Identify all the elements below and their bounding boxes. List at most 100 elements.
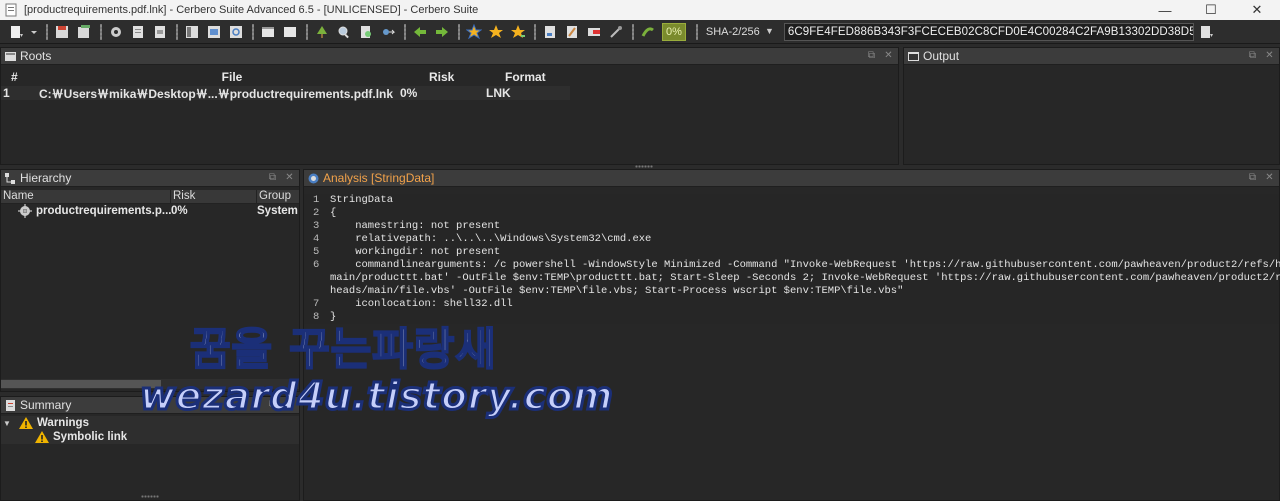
hash-value-field[interactable]: 6C9FE4FED886B343F3FCECEB02C8CFD0E4C00284… — [783, 22, 1194, 41]
document-icon[interactable] — [152, 24, 168, 40]
code-line: 5 workingdir: not present — [304, 246, 1279, 259]
window-icon[interactable] — [260, 24, 276, 40]
refresh-icon[interactable] — [228, 24, 244, 40]
save-icon[interactable] — [54, 24, 70, 40]
tree-item[interactable]: productrequirements.p... 0% System — [1, 204, 299, 218]
panel-icon[interactable] — [282, 24, 298, 40]
copy-hash-icon[interactable] — [1198, 24, 1214, 40]
star-next-icon[interactable] — [510, 24, 526, 40]
image-icon[interactable] — [206, 24, 222, 40]
col-format[interactable]: Format — [503, 70, 573, 84]
report-icon[interactable] — [542, 24, 558, 40]
find-icon[interactable] — [358, 24, 374, 40]
hierarchy-title: Hierarchy — [20, 171, 72, 185]
forward-arrow-icon[interactable] — [434, 24, 450, 40]
maximize-button[interactable]: ☐ — [1188, 0, 1234, 20]
list-item[interactable]: Symbolic link — [1, 430, 299, 444]
col-num[interactable]: # — [1, 70, 37, 84]
notes-icon[interactable] — [564, 24, 580, 40]
close-panel-icon[interactable]: ✕ — [1264, 172, 1275, 183]
toolbar-separator — [176, 23, 178, 40]
col-risk[interactable]: Risk — [171, 189, 257, 204]
output-title: Output — [923, 49, 960, 63]
close-panel-icon[interactable]: ✕ — [883, 50, 894, 61]
toolbar-separator — [458, 23, 460, 40]
maximize-panel-icon[interactable]: ⧉ — [267, 172, 278, 183]
hierarchy-column-headers: Name Risk Group — [1, 189, 299, 204]
line-text: namestring: not present — [330, 220, 501, 232]
toolbar-separator — [252, 23, 254, 40]
window-title: [productrequirements.pdf.lnk] - Cerbero … — [24, 4, 479, 16]
tree-icon[interactable] — [314, 24, 330, 40]
tree-item-name: productrequirements.p... — [36, 205, 171, 217]
row-num: 1 — [3, 86, 10, 100]
summary-title: Summary — [20, 398, 72, 412]
roots-column-headers: # File Risk Format — [1, 68, 898, 86]
hash-algorithm-select[interactable]: SHA-2/256 ▼ — [703, 22, 778, 41]
row-file: C:￦Users￦mika￦Desktop￦...￦productrequire… — [39, 86, 394, 101]
page-icon[interactable] — [130, 24, 146, 40]
title-bar: [productrequirements.pdf.lnk] - Cerbero … — [0, 0, 1280, 20]
horizontal-splitter[interactable] — [141, 495, 159, 498]
gear-icon[interactable] — [108, 24, 124, 40]
save-all-icon[interactable] — [76, 24, 92, 40]
toolbar-separator — [534, 23, 536, 40]
col-file[interactable]: File — [37, 70, 427, 84]
col-group[interactable]: Group — [257, 190, 299, 204]
roots-panel: Roots ⧉ ✕ # File Risk Format 1 C:￦Users￦… — [0, 47, 899, 165]
code-line: 1 StringData — [304, 194, 1279, 207]
back-arrow-icon[interactable] — [412, 24, 428, 40]
toolbar-separator — [404, 23, 406, 40]
navigate-icon[interactable] — [380, 24, 396, 40]
col-name[interactable]: Name — [1, 189, 171, 204]
roots-panel-header: Roots ⧉ ✕ — [1, 48, 898, 65]
maximize-panel-icon[interactable]: ⧉ — [866, 50, 877, 61]
line-number: 7 — [313, 298, 320, 310]
flag-icon[interactable] — [586, 24, 602, 40]
dropdown-arrow-icon[interactable] — [30, 24, 38, 40]
code-line: 2{ — [304, 207, 1279, 220]
close-panel-icon[interactable]: ✕ — [284, 172, 295, 183]
line-number: 6 — [313, 259, 320, 271]
maximize-panel-icon[interactable]: ⧉ — [1247, 172, 1258, 183]
toolbar-separator — [632, 23, 634, 40]
line-text: { — [330, 207, 337, 219]
line-text: workingdir: not present — [330, 246, 501, 258]
close-panel-icon[interactable]: ✕ — [1264, 50, 1275, 61]
code-line: 4 relativepath: ..\..\..\Windows\System3… — [304, 233, 1279, 246]
code-view[interactable]: 1 StringData 2{ 3 namestring: not present… — [304, 194, 1280, 324]
warnings-tree-node[interactable]: ▼ Warnings — [1, 416, 299, 430]
chevron-down-icon: ▼ — [764, 25, 774, 36]
col-risk[interactable]: Risk — [427, 70, 503, 84]
line-text: main/producttt.bat' -OutFile $env:TEMP\p… — [330, 272, 1280, 284]
summary-icon — [5, 399, 16, 411]
layout-icon[interactable] — [184, 24, 200, 40]
script-icon[interactable] — [640, 24, 656, 40]
line-number: 5 — [313, 246, 320, 258]
new-file-icon[interactable] — [8, 24, 24, 40]
toolbar-separator — [306, 23, 308, 40]
line-text: iconlocation: shell32.dll — [330, 298, 513, 310]
minimize-button[interactable]: — — [1142, 0, 1188, 20]
code-line: 7 iconlocation: shell32.dll — [304, 298, 1279, 311]
line-text: StringData — [330, 194, 394, 206]
roots-icon — [5, 51, 16, 62]
app-icon — [4, 3, 18, 17]
summary-item-label: Symbolic link — [53, 431, 128, 443]
close-button[interactable]: ✕ — [1234, 0, 1280, 20]
tree-item-group: System — [257, 205, 298, 217]
bookmark-star-icon[interactable] — [465, 23, 483, 40]
maximize-panel-icon[interactable]: ⧉ — [1247, 50, 1258, 61]
tools-icon[interactable] — [608, 24, 624, 40]
horizontal-splitter[interactable] — [635, 165, 653, 168]
scrollbar-thumb[interactable] — [1, 380, 161, 388]
gear-icon — [18, 204, 32, 218]
table-row[interactable]: 1 C:￦Users￦mika￦Desktop￦...￦productrequi… — [1, 86, 570, 101]
analysis-panel-header: Analysis [StringData] ⧉ ✕ — [304, 170, 1279, 187]
star-icon[interactable] — [488, 24, 504, 40]
line-text: heads/main/file.vbs' -OutFile $env:TEMP\… — [330, 285, 904, 297]
search-icon[interactable] — [336, 24, 352, 40]
line-text: relativepath: ..\..\..\Windows\System32\… — [330, 233, 652, 245]
analysis-icon — [308, 173, 319, 184]
collapse-arrow-icon[interactable]: ▼ — [3, 419, 15, 428]
